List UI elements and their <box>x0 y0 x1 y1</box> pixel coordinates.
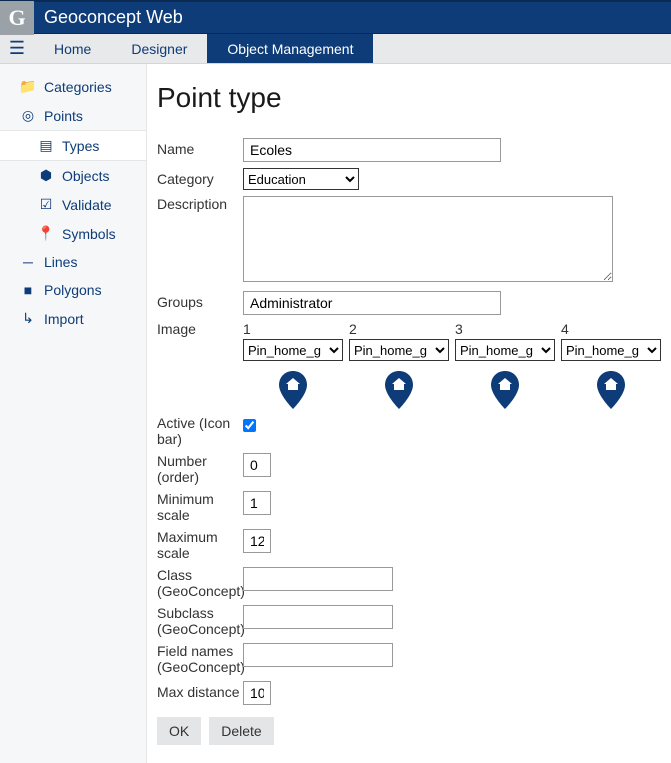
import-icon: ↳ <box>18 310 38 327</box>
subclass-input[interactable] <box>243 605 393 629</box>
list-icon: ▤ <box>36 137 56 154</box>
pin-preview <box>243 361 343 409</box>
label-subclass: Subclass (GeoConcept) <box>157 605 243 637</box>
page-title: Point type <box>157 82 661 114</box>
sidebar-item-polygons[interactable]: ■ Polygons <box>0 276 146 304</box>
topbar: G Geoconcept Web <box>0 0 671 34</box>
image-number: 1 <box>243 321 251 339</box>
pin-icon: 📍 <box>36 225 56 242</box>
image-select[interactable]: Pin_home_g <box>243 339 343 361</box>
menu-designer[interactable]: Designer <box>111 34 207 63</box>
image-select[interactable]: Pin_home_g <box>455 339 555 361</box>
sidebar-item-import[interactable]: ↳ Import <box>0 304 146 333</box>
fieldnames-input[interactable] <box>243 643 393 667</box>
image-column: 4Pin_home_g <box>561 321 661 409</box>
app-title: Geoconcept Web <box>34 7 183 28</box>
pin-preview <box>455 361 555 409</box>
image-select[interactable]: Pin_home_g <box>561 339 661 361</box>
label-image: Image <box>157 321 243 337</box>
sidebar-label: Types <box>62 138 99 154</box>
hamburger-icon[interactable]: ☰ <box>0 34 34 63</box>
name-input[interactable] <box>243 138 501 162</box>
delete-button[interactable]: Delete <box>209 717 273 745</box>
sidebar-item-symbols[interactable]: 📍 Symbols <box>0 219 146 248</box>
groups-input[interactable] <box>243 291 501 315</box>
polygon-icon: ■ <box>18 282 38 298</box>
number-input[interactable] <box>243 453 271 477</box>
menubar: ☰ Home Designer Object Management <box>0 34 671 64</box>
menu-object-management[interactable]: Object Management <box>207 34 373 63</box>
sidebar-item-lines[interactable]: ─ Lines <box>0 248 146 276</box>
content: Point type Name Category Education Descr… <box>147 64 671 763</box>
label-maxscale: Maximum scale <box>157 529 243 561</box>
sidebar-item-points[interactable]: ◎ Points <box>0 101 146 130</box>
sidebar-item-types[interactable]: ▤ Types <box>0 130 146 161</box>
pin-home-icon <box>384 371 414 409</box>
pin-preview <box>349 361 449 409</box>
menu-home[interactable]: Home <box>34 34 111 63</box>
image-number: 3 <box>455 321 463 339</box>
maxdist-input[interactable] <box>243 681 271 705</box>
sidebar-item-validate[interactable]: ☑ Validate <box>0 190 146 219</box>
pin-preview <box>561 361 661 409</box>
sidebar-label: Import <box>44 311 84 327</box>
category-select[interactable]: Education <box>243 168 359 190</box>
label-groups: Groups <box>157 291 243 310</box>
target-icon: ◎ <box>18 107 38 124</box>
cube-icon: ⬢ <box>36 167 56 184</box>
maxscale-input[interactable] <box>243 529 271 553</box>
image-select[interactable]: Pin_home_g <box>349 339 449 361</box>
image-number: 4 <box>561 321 569 339</box>
image-number: 2 <box>349 321 357 339</box>
pin-home-icon <box>490 371 520 409</box>
pin-home-icon <box>278 371 308 409</box>
logo-letter: G <box>8 5 25 31</box>
sidebar-item-objects[interactable]: ⬢ Objects <box>0 161 146 190</box>
label-maxdist: Max distance <box>157 681 243 700</box>
label-minscale: Minimum scale <box>157 491 243 523</box>
image-column: 1Pin_home_g <box>243 321 343 409</box>
label-name: Name <box>157 138 243 157</box>
check-icon: ☑ <box>36 196 56 213</box>
label-number: Number (order) <box>157 453 243 485</box>
image-column: 2Pin_home_g <box>349 321 449 409</box>
folder-icon: 📁 <box>18 78 38 95</box>
sidebar-label: Lines <box>44 254 77 270</box>
sidebar-label: Points <box>44 108 83 124</box>
sidebar-label: Polygons <box>44 282 102 298</box>
ok-button[interactable]: OK <box>157 717 201 745</box>
label-class: Class (GeoConcept) <box>157 567 243 599</box>
description-textarea[interactable] <box>243 196 613 282</box>
label-fieldnames: Field names (GeoConcept) <box>157 643 243 675</box>
label-category: Category <box>157 168 243 187</box>
minscale-input[interactable] <box>243 491 271 515</box>
sidebar-label: Symbols <box>62 226 116 242</box>
class-input[interactable] <box>243 567 393 591</box>
label-description: Description <box>157 196 243 212</box>
app-logo: G <box>0 1 34 35</box>
sidebar-item-categories[interactable]: 📁 Categories <box>0 72 146 101</box>
image-column: 3Pin_home_g <box>455 321 555 409</box>
images-row: 1Pin_home_g2Pin_home_g3Pin_home_g4Pin_ho… <box>243 321 661 409</box>
line-icon: ─ <box>18 254 38 270</box>
sidebar-label: Validate <box>62 197 112 213</box>
label-active: Active (Icon bar) <box>157 415 243 447</box>
sidebar: 📁 Categories ◎ Points ▤ Types ⬢ Objects … <box>0 64 147 763</box>
active-checkbox[interactable] <box>243 419 256 432</box>
pin-home-icon <box>596 371 626 409</box>
sidebar-label: Categories <box>44 79 112 95</box>
sidebar-label: Objects <box>62 168 109 184</box>
